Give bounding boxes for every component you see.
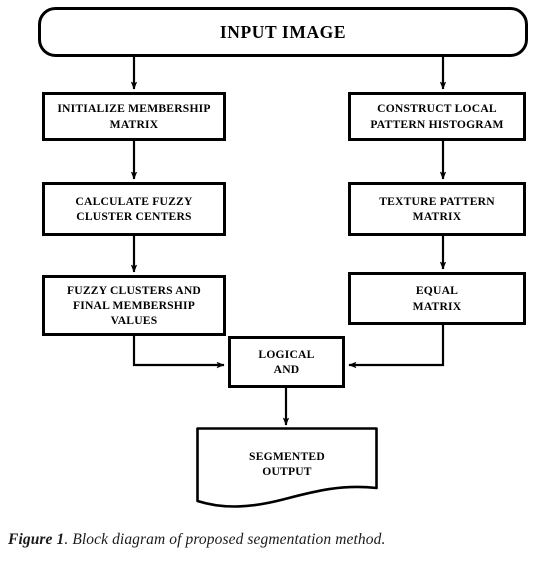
node-logical-and <box>228 336 345 388</box>
figure-caption: Figure 1. Block diagram of proposed segm… <box>8 531 532 549</box>
node-fuzzy-clusters-final-membership-values <box>42 275 226 336</box>
node-input-image <box>38 7 528 57</box>
node-segmented-output <box>196 427 378 508</box>
edge-fuzzy-clusters-to-logical-and <box>132 336 225 369</box>
node-equal-matrix <box>348 272 526 325</box>
node-construct-local-pattern-histogram <box>348 92 526 141</box>
figure-caption-text: Block diagram of proposed segmentation m… <box>72 531 386 548</box>
node-texture-pattern-matrix <box>348 182 526 236</box>
node-initialize-membership-matrix <box>42 92 226 141</box>
figure-caption-number: Figure 1 <box>8 531 65 548</box>
flowchart-canvas <box>38 7 528 508</box>
edge-equal-to-logical-and <box>348 325 445 369</box>
node-calculate-fuzzy-cluster-centers <box>42 182 226 236</box>
